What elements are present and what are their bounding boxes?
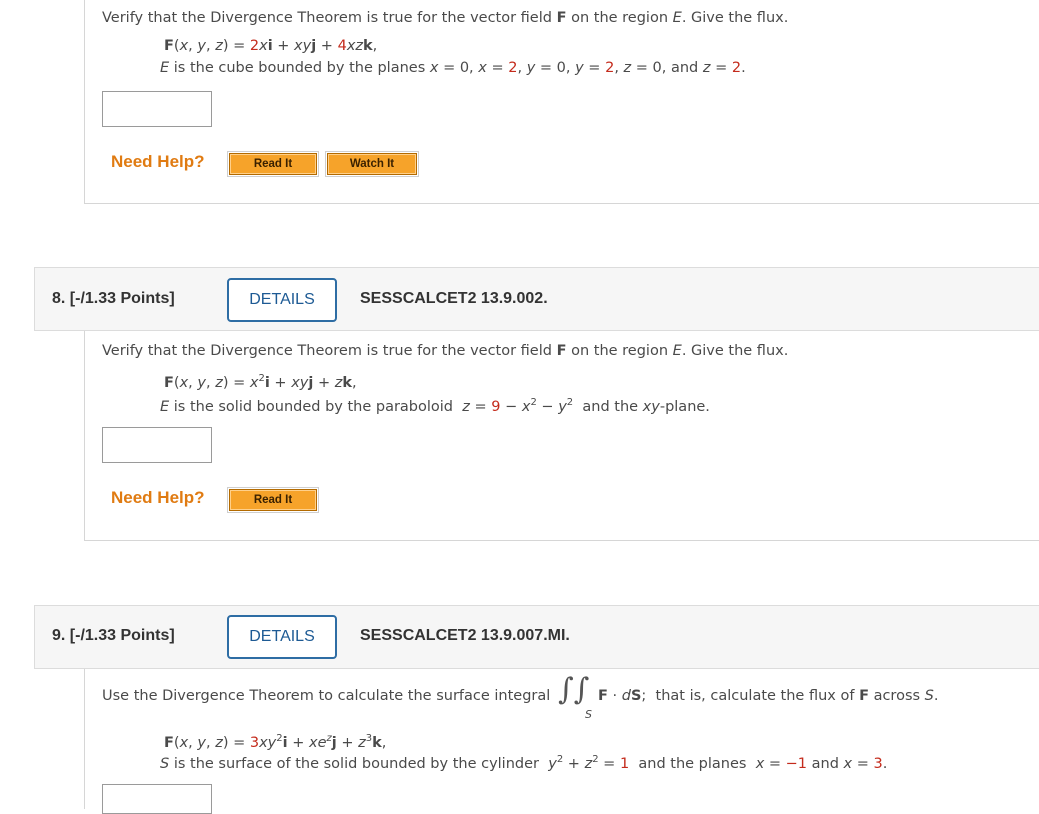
question-9-field: F(x, y, z) = 3xy2i + xezj + z3k, xyxy=(164,733,387,751)
question-8-need-help: Need Help? xyxy=(111,488,205,507)
question-9-details-button[interactable]: DETAILS xyxy=(227,615,337,659)
question-9-answer-input[interactable] xyxy=(102,784,212,814)
question-8-read-it-button[interactable]: Read It xyxy=(227,487,319,513)
question-9-intro-cont: F · dS; that is, calculate the flux of F… xyxy=(598,688,939,704)
question-8-panel xyxy=(84,331,1039,541)
question-7-watch-it-button[interactable]: Watch It xyxy=(325,151,419,177)
question-7-panel xyxy=(84,0,1039,204)
surface-integral-symbol: ∫∫ xyxy=(558,672,590,707)
question-9-points: 9. [-/1.33 Points] xyxy=(52,627,175,644)
question-9-region: S is the surface of the solid bounded by… xyxy=(160,754,888,772)
integral-subscript-s: S xyxy=(585,708,592,721)
question-7-read-it-button[interactable]: Read It xyxy=(227,151,319,177)
question-7-answer-input[interactable] xyxy=(102,91,212,127)
question-8-answer-input[interactable] xyxy=(102,427,212,463)
question-8-intro: Verify that the Divergence Theorem is tr… xyxy=(102,343,789,359)
question-8-points: 8. [-/1.33 Points] xyxy=(52,290,175,307)
question-8-region: E is the solid bounded by the paraboloid… xyxy=(160,397,710,415)
question-8-details-button[interactable]: DETAILS xyxy=(227,278,337,322)
question-9-intro: Use the Divergence Theorem to calculate … xyxy=(102,688,551,704)
question-7-region: E is the cube bounded by the planes x = … xyxy=(160,60,746,76)
question-7-field: F(x, y, z) = 2xi + xyj + 4xzk, xyxy=(164,38,378,54)
question-8-field: F(x, y, z) = x2i + xyj + zk, xyxy=(164,373,357,391)
question-8-code: SESSCALCET2 13.9.002. xyxy=(360,290,548,307)
question-7-need-help: Need Help? xyxy=(111,152,205,171)
question-7-intro: Verify that the Divergence Theorem is tr… xyxy=(102,10,789,26)
question-9-code: SESSCALCET2 13.9.007.MI. xyxy=(360,627,570,644)
